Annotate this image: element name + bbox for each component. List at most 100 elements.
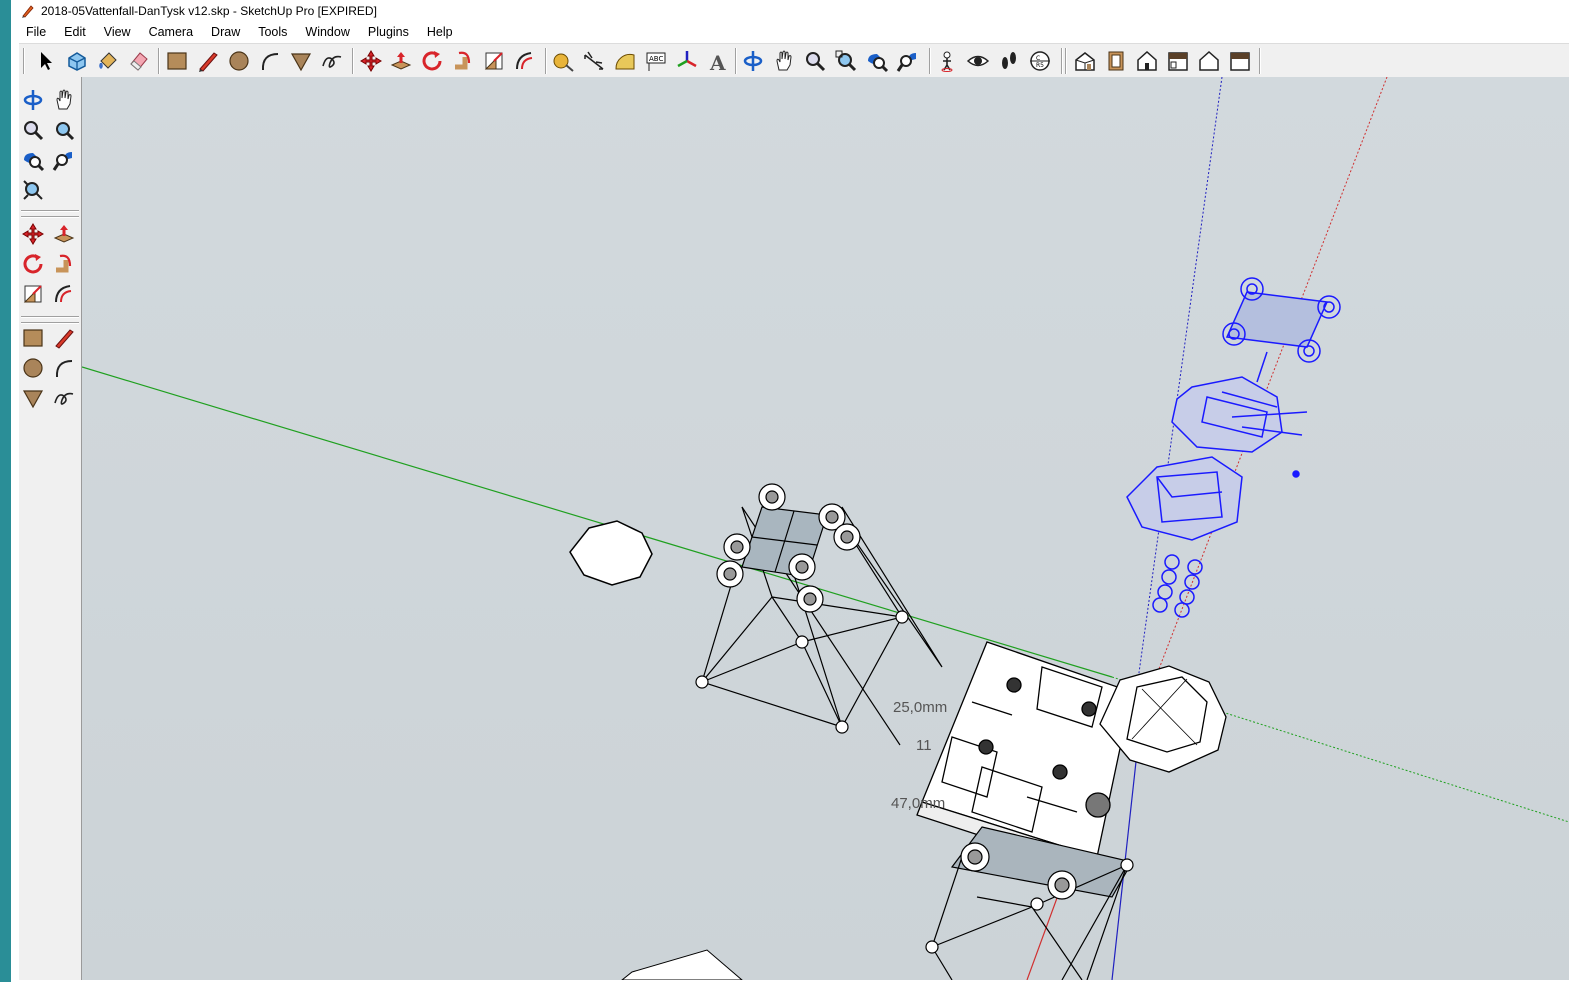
push-pull-tool-button[interactable]: [50, 220, 78, 248]
lower-panel: [621, 949, 743, 980]
window-accent-border: [0, 0, 11, 982]
sketchup-app-icon: [22, 5, 34, 18]
3d-text-button[interactable]: A: [704, 47, 732, 75]
window-title: 2018-05Vattenfall-DanTysk v12.skp - Sket…: [41, 4, 377, 18]
menu-window[interactable]: Window: [296, 25, 358, 39]
push-pull-button[interactable]: [387, 47, 415, 75]
dimension-label: 11: [916, 737, 932, 754]
menu-edit[interactable]: Edit: [55, 25, 95, 39]
selected-components[interactable]: [1126, 277, 1341, 618]
offset-button[interactable]: [511, 47, 539, 75]
push-pull-icon: [390, 52, 412, 70]
polygon-tool-button[interactable]: [19, 384, 47, 412]
position-camera-button[interactable]: [933, 47, 961, 75]
orbit-icon: [743, 51, 763, 71]
orbit-tool-button[interactable]: [19, 86, 47, 114]
eraser-button[interactable]: [125, 47, 153, 75]
scale-button[interactable]: [480, 47, 508, 75]
rectangle-icon: [23, 329, 43, 347]
zoom-to-fit-tool-button[interactable]: [19, 176, 47, 204]
zoom-window-tool-button[interactable]: [50, 116, 78, 144]
back-view-button[interactable]: [1195, 47, 1223, 75]
line-icon: [55, 329, 74, 349]
scale-icon: [484, 52, 503, 70]
orbit-icon: [23, 90, 43, 110]
paint-bucket-button[interactable]: [94, 47, 122, 75]
zoom-window-button[interactable]: [832, 47, 860, 75]
right-view-button[interactable]: [1164, 47, 1192, 75]
zoom-button[interactable]: [801, 47, 829, 75]
rectangle-icon: [167, 52, 187, 70]
left-view-button[interactable]: [1226, 47, 1254, 75]
previous-view-tool-button[interactable]: [50, 146, 78, 174]
red-axis-negative: [1151, 77, 1388, 688]
polygon-button[interactable]: [287, 47, 315, 75]
move-button[interactable]: [357, 47, 385, 75]
pan-button[interactable]: [770, 47, 798, 75]
menu-camera[interactable]: Camera: [140, 25, 202, 39]
menu-view[interactable]: View: [95, 25, 140, 39]
move-tool-button[interactable]: [19, 220, 47, 248]
octagon-platform[interactable]: [569, 520, 653, 586]
offset-tool-button[interactable]: [50, 280, 78, 308]
freehand-icon: [322, 55, 342, 68]
arc-tool-button[interactable]: [50, 354, 78, 382]
previous-view-icon: [52, 152, 72, 171]
section-plane-button[interactable]: C R5: [1026, 47, 1054, 75]
previous-view-button[interactable]: [894, 47, 922, 75]
menu-tools[interactable]: Tools: [249, 25, 296, 39]
title-bar: 2018-05Vattenfall-DanTysk v12.skp - Sket…: [11, 0, 1569, 22]
walk-button[interactable]: [995, 47, 1023, 75]
left-view-icon: [1230, 52, 1250, 71]
menu-draw[interactable]: Draw: [202, 25, 249, 39]
zoom-extents-button[interactable]: [863, 47, 891, 75]
dimension-label: 25,0mm: [893, 699, 948, 716]
tape-measure-button[interactable]: [549, 47, 577, 75]
orbit-button[interactable]: [739, 47, 767, 75]
zoom-tool-button[interactable]: [19, 116, 47, 144]
zoom-extents-icon: [868, 54, 889, 73]
protractor-button[interactable]: [611, 47, 639, 75]
look-around-button[interactable]: [964, 47, 992, 75]
dimension-button[interactable]: [580, 47, 608, 75]
menu-plugins[interactable]: Plugins: [359, 25, 418, 39]
zoom-extents-tool-button[interactable]: [19, 146, 47, 174]
make-component-button[interactable]: [63, 47, 91, 75]
push-pull-icon: [53, 225, 75, 243]
follow-me-button[interactable]: [449, 47, 477, 75]
menu-file[interactable]: File: [17, 25, 55, 39]
truss-tower-lower[interactable]: [925, 826, 1134, 980]
offset-icon: [55, 285, 72, 303]
rotate-tool-button[interactable]: [19, 250, 47, 278]
rotate-icon: [23, 254, 43, 274]
circle-button[interactable]: [225, 47, 253, 75]
arc-button[interactable]: [256, 47, 284, 75]
menu-help[interactable]: Help: [418, 25, 462, 39]
iso-view-button[interactable]: [1071, 47, 1099, 75]
follow-me-tool-button[interactable]: [50, 250, 78, 278]
truss-tower-top[interactable]: [716, 483, 861, 613]
axes-button[interactable]: [673, 47, 701, 75]
rectangle-tool-button[interactable]: [19, 324, 47, 352]
freehand-tool-button[interactable]: [50, 384, 78, 412]
offset-icon: [516, 52, 533, 70]
line-button[interactable]: [194, 47, 222, 75]
rotate-button[interactable]: [418, 47, 446, 75]
front-view-icon: [1137, 50, 1157, 71]
drawing-viewport[interactable]: 25,0mm 11 47,0mm: [82, 77, 1569, 980]
right-view-icon: [1168, 52, 1188, 71]
toolbar-separator: [1065, 48, 1067, 74]
front-view-button[interactable]: [1133, 47, 1161, 75]
line-tool-button[interactable]: [50, 324, 78, 352]
scale-tool-button[interactable]: [19, 280, 47, 308]
left-strip: [11, 43, 19, 982]
pan-tool-button[interactable]: [50, 86, 78, 114]
rectangle-button[interactable]: [163, 47, 191, 75]
model-canvas[interactable]: [82, 77, 1569, 980]
text-button[interactable]: ABC: [642, 47, 670, 75]
circle-tool-button[interactable]: [19, 354, 47, 382]
select-tool-button[interactable]: [31, 47, 59, 75]
zoom-extents-icon: [24, 153, 45, 172]
top-view-button[interactable]: [1102, 47, 1130, 75]
freehand-button[interactable]: [318, 47, 346, 75]
